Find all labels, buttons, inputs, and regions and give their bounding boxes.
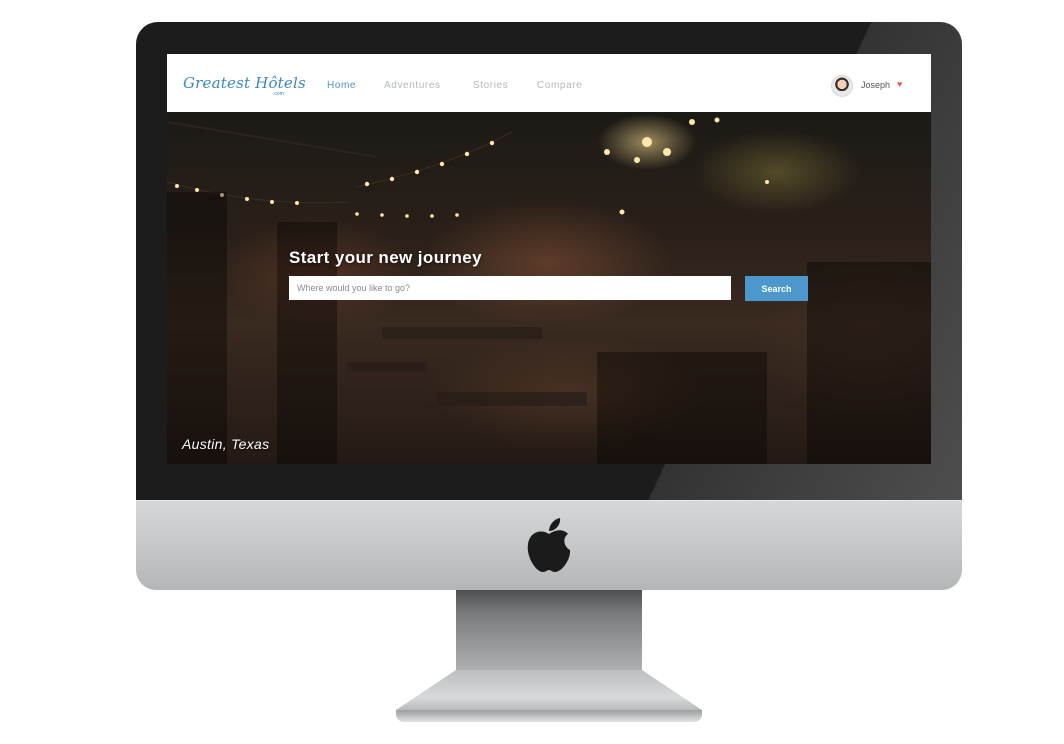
heart-icon[interactable]: ♥ (897, 79, 902, 89)
search-button[interactable]: Search (745, 276, 808, 301)
nav-item-adventures[interactable]: Adventures (384, 80, 441, 91)
site-logo[interactable]: Greatest Hôtels (183, 74, 306, 92)
user-menu[interactable]: Joseph ♥ (831, 74, 905, 97)
nav-item-compare[interactable]: Compare (537, 80, 582, 91)
nav-item-home[interactable]: Home (327, 80, 356, 91)
stand-neck (456, 590, 642, 670)
stand-base-edge (396, 710, 702, 722)
destination-search-input[interactable] (289, 276, 731, 300)
browser-screen: Greatest Hôtels .com Home Adventures Sto… (167, 54, 931, 464)
hero-title: Start your new journey (289, 248, 483, 267)
nav-item-stories[interactable]: Stories (473, 80, 508, 91)
location-caption: Austin, Texas (182, 436, 270, 452)
apple-logo-icon (527, 518, 571, 572)
imac-mockup: Greatest Hôtels .com Home Adventures Sto… (0, 0, 1064, 744)
site-logo-suffix: .com (273, 91, 284, 97)
user-name[interactable]: Joseph (861, 80, 890, 90)
site-header: Greatest Hôtels .com Home Adventures Sto… (167, 54, 931, 112)
user-avatar[interactable] (831, 75, 853, 97)
